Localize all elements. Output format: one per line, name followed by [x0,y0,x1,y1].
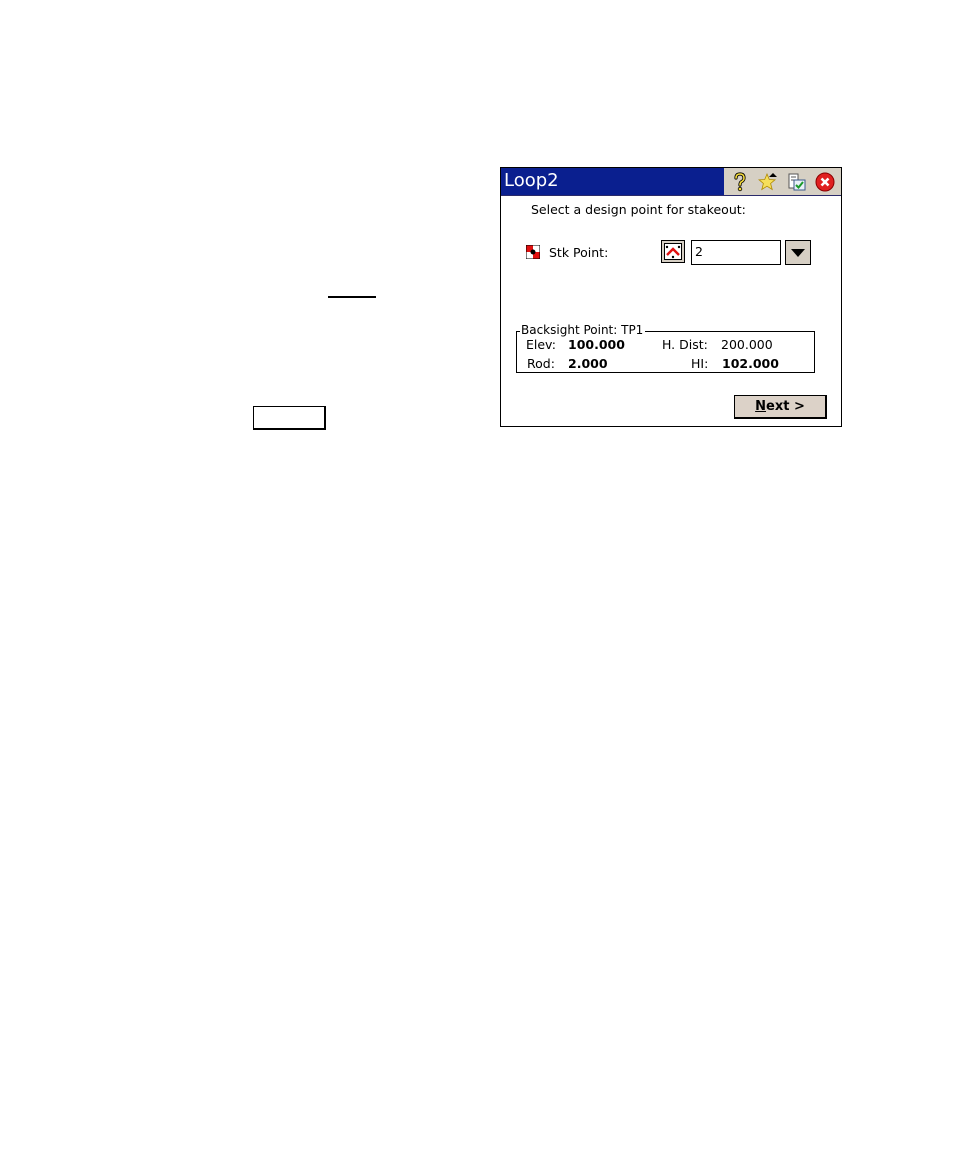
backsight-groupbox: Backsight Point: TP1 Elev: 100.000 H. Di… [516,323,815,373]
title-bar-icons [724,168,841,195]
favorites-star-icon[interactable] [758,172,778,192]
title-bar: Loop2 [501,168,841,196]
next-label: ext > [766,399,805,414]
hi-label: HI: [691,356,709,371]
map-select-button[interactable] [661,240,685,263]
instruction-text: Select a design point for stakeout: [531,202,746,217]
close-icon[interactable] [815,172,835,192]
window-title: Loop2 [504,170,559,191]
page-box-mark [253,406,326,430]
stake-point-label: Stk Point: [549,245,609,260]
backsight-legend: Backsight Point: TP1 [520,323,646,337]
stakeout-window: Loop2 Select a design point for stakeout… [500,167,842,427]
hi-value: 102.000 [722,356,779,371]
next-button[interactable]: Next > [734,395,827,419]
stake-point-input[interactable]: 2 [691,240,781,265]
help-icon[interactable] [730,171,750,192]
point-type-icon [525,244,541,260]
elev-value: 100.000 [568,337,625,352]
hdist-label: H. Dist: [662,337,708,352]
map-select-icon [664,243,682,260]
rod-value: 2.000 [568,356,608,371]
elev-label: Elev: [526,337,556,352]
hdist-value: 200.000 [721,337,773,352]
switch-window-icon[interactable] [787,172,807,192]
page-underline-mark [328,296,376,298]
dropdown-arrow-icon [791,248,805,257]
stake-point-dropdown-button[interactable] [785,240,811,265]
next-mnemonic: N [755,399,767,414]
rod-label: Rod: [527,356,555,371]
